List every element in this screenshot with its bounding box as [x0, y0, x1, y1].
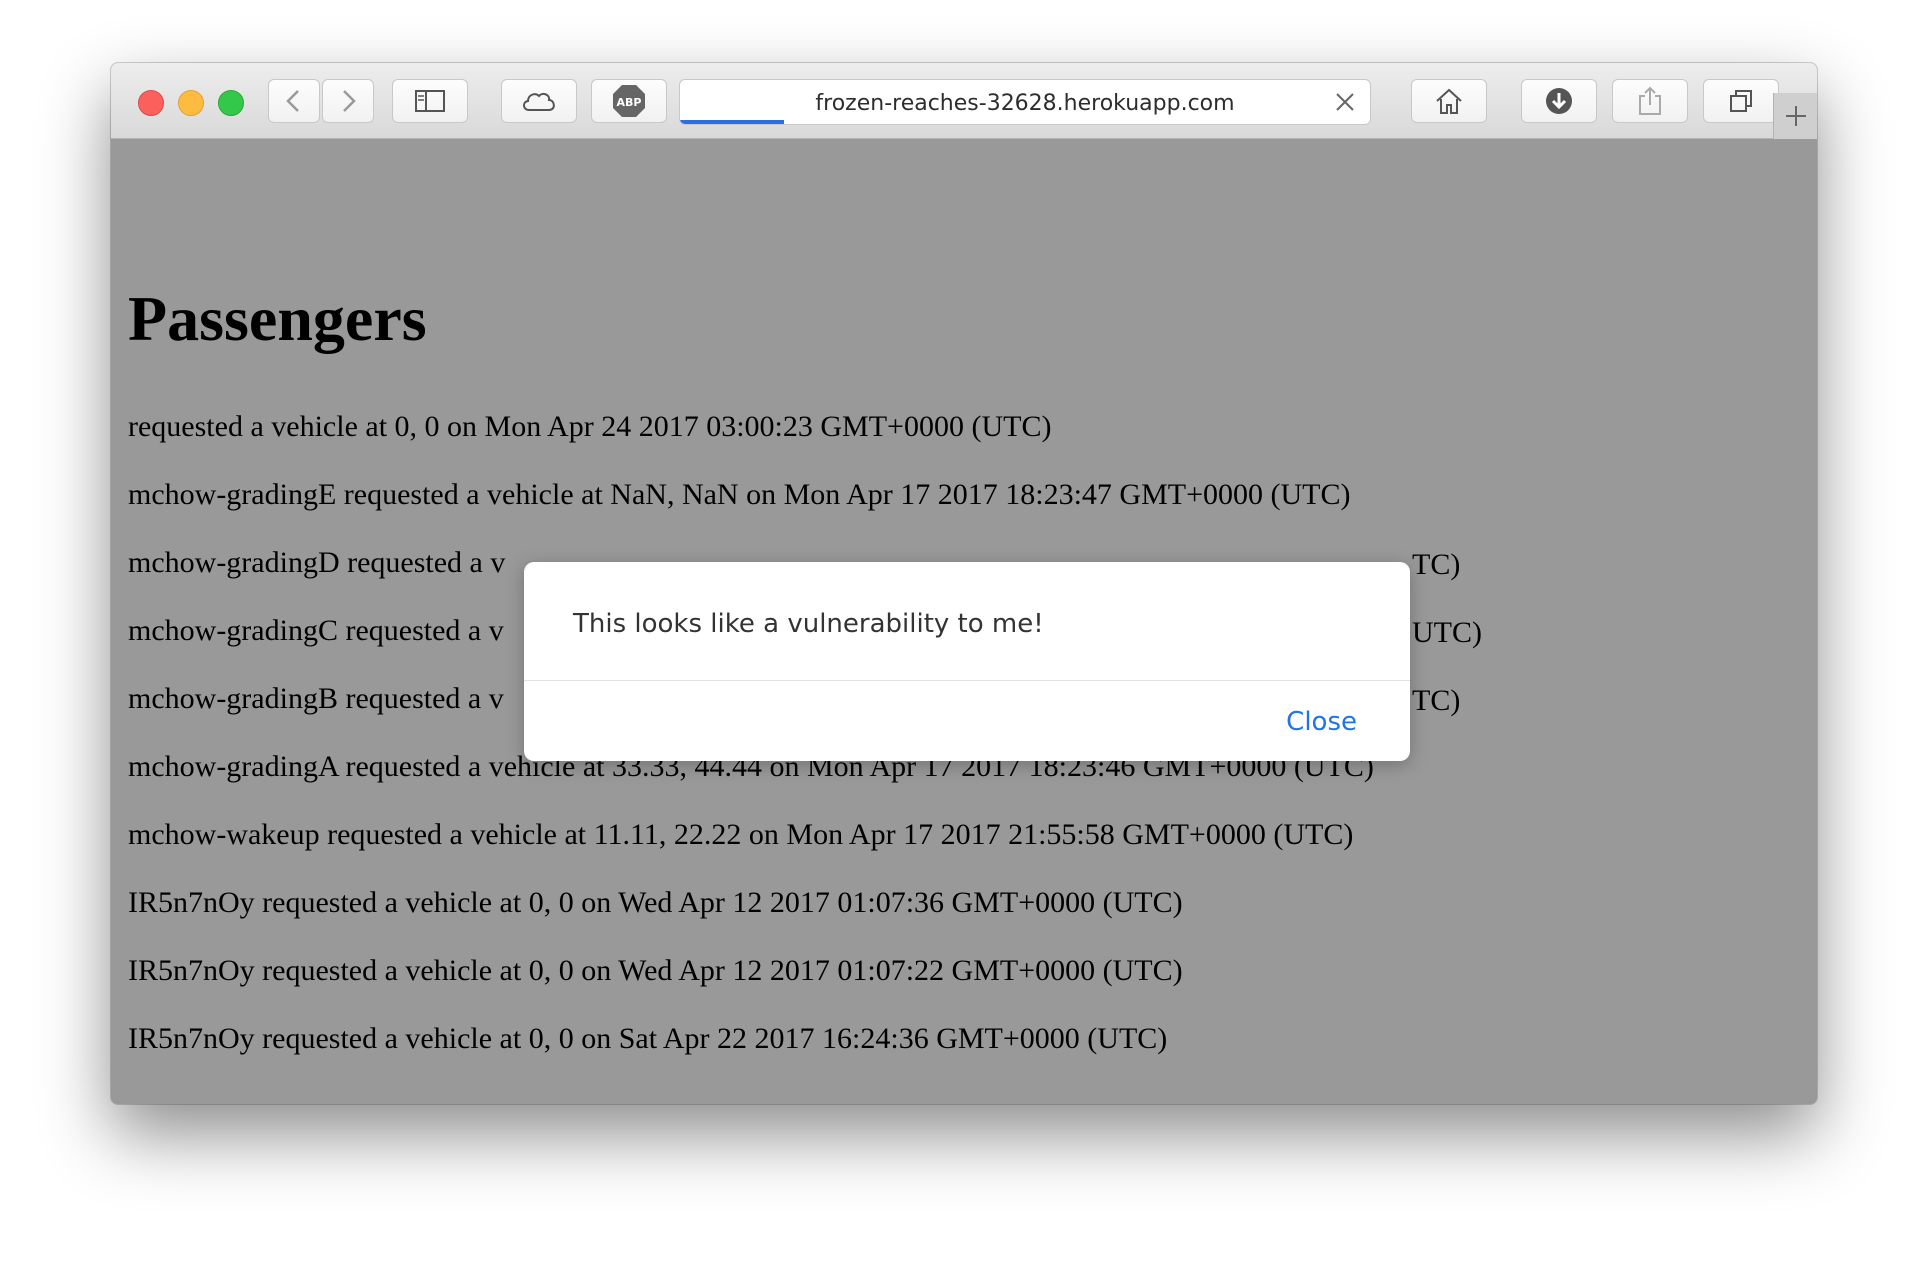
passenger-entry: mchow-wakeup requested a vehicle at 11.1…	[128, 818, 1354, 851]
adblock-icon: ABP	[613, 85, 645, 117]
minimize-window-button[interactable]	[178, 90, 204, 116]
zoom-window-button[interactable]	[218, 90, 244, 116]
downloads-icon	[1546, 88, 1572, 114]
passenger-entry-tail: TC)	[1412, 548, 1461, 581]
icloud-icon	[523, 92, 555, 111]
sidebar-icon	[415, 90, 445, 112]
downloads-button[interactable]	[1521, 79, 1597, 123]
icloud-tabs-button[interactable]	[501, 79, 577, 123]
passenger-entry: requested a vehicle at 0, 0 on Mon Apr 2…	[128, 410, 1052, 443]
passenger-entry: IR5n7nOy requested a vehicle at 0, 0 on …	[128, 954, 1183, 987]
share-icon	[1639, 86, 1661, 115]
close-button[interactable]: Close	[1286, 707, 1357, 737]
address-bar[interactable]: frozen-reaches-32628.herokuapp.com	[679, 79, 1371, 125]
page-load-progress-bar	[680, 120, 784, 124]
browser-window: ABP frozen-reaches-32628.herokuapp.com P…	[111, 63, 1817, 1104]
forward-button[interactable]	[322, 79, 374, 123]
dialog-divider	[524, 680, 1410, 681]
new-tab-button[interactable]	[1773, 93, 1817, 139]
back-icon	[286, 90, 299, 112]
tabs-icon	[1730, 90, 1752, 112]
close-window-button[interactable]	[138, 90, 164, 116]
show-all-tabs-button[interactable]	[1703, 79, 1779, 123]
passenger-entry-tail: UTC)	[1412, 616, 1482, 649]
url-text: frozen-reaches-32628.herokuapp.com	[815, 91, 1235, 116]
new-tab-icon	[1786, 106, 1806, 126]
home-icon	[1436, 88, 1462, 114]
adblock-label: ABP	[617, 96, 642, 109]
alert-dialog: This looks like a vulnerability to me! C…	[524, 562, 1410, 761]
browser-toolbar: ABP frozen-reaches-32628.herokuapp.com	[111, 63, 1817, 139]
passenger-entry: IR5n7nOy requested a vehicle at 0, 0 on …	[128, 886, 1183, 919]
close-icon	[1336, 93, 1354, 111]
adblock-button[interactable]: ABP	[591, 79, 667, 123]
passenger-entry: IR5n7nOy requested a vehicle at 0, 0 on …	[128, 1022, 1168, 1055]
sidebar-button[interactable]	[392, 79, 468, 123]
forward-icon	[343, 90, 356, 112]
home-button[interactable]	[1411, 79, 1487, 123]
back-button[interactable]	[268, 79, 320, 123]
stop-loading-button[interactable]	[1334, 91, 1356, 118]
passenger-entry-tail: TC)	[1412, 684, 1461, 717]
passenger-entry: mchow-gradingE requested a vehicle at Na…	[128, 478, 1351, 511]
share-button[interactable]	[1612, 79, 1688, 123]
page-title: Passengers	[128, 283, 427, 354]
page-content: Passengers requested a vehicle at 0, 0 o…	[111, 139, 1817, 1104]
alert-message: This looks like a vulnerability to me!	[573, 609, 1044, 639]
